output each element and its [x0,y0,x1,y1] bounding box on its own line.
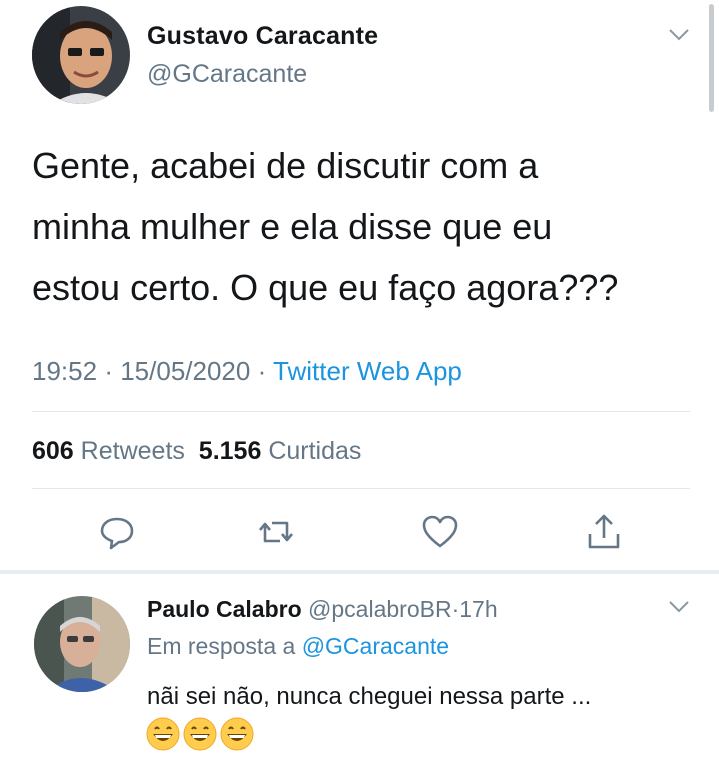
reply-text: nãi sei não, nunca cheguei nessa parte .… [147,683,592,710]
tweet-date[interactable]: 15/05/2020 [120,356,250,386]
meta-separator: · [257,356,267,386]
reply-author-name[interactable]: Paulo Calabro [147,596,302,622]
meta-separator: · [104,356,113,386]
share-icon[interactable] [584,512,624,552]
reply-emojis [146,717,254,753]
reply-author-handle[interactable]: @pcalabroBR [308,596,452,622]
reply-age[interactable]: 17h [459,596,497,622]
tweet-source-link[interactable]: Twitter Web App [273,356,462,386]
section-separator [0,570,719,574]
likes-count: 5.156 [198,437,262,465]
retweets-label: Retweets [80,437,185,465]
chevron-down-icon[interactable] [668,600,690,614]
retweet-icon[interactable] [256,512,296,552]
reply-to-prefix: Em resposta a [147,633,296,659]
likes-stat[interactable]: 5.156 Curtidas [199,437,362,465]
retweets-count: 606 [32,437,74,465]
tweet-stats: 606 Retweets 5.156 Curtidas [32,437,361,466]
reply-to-mention[interactable]: @GCaracante [302,633,449,659]
author-name[interactable]: Gustavo Caracante [147,22,378,51]
like-icon[interactable] [420,512,460,552]
author-handle[interactable]: @GCaracante [147,60,307,89]
tweet-text-line: Gente, acabei de discutir com a [32,145,539,186]
divider [32,411,690,412]
reply-icon[interactable] [97,512,137,552]
likes-label: Curtidas [268,437,362,465]
tweet-meta: 19:52 · 15/05/2020 · Twitter Web App [32,356,462,387]
divider [32,488,690,489]
reply-context: Em resposta a @GCaracante [147,633,449,660]
author-avatar[interactable] [32,6,130,104]
grinning-face-icon [146,717,180,751]
reply-author-avatar[interactable] [34,596,130,692]
tweet-text: Gente, acabei de discutir com a minha mu… [32,135,692,318]
chevron-down-icon[interactable] [668,28,690,42]
grinning-face-icon [183,717,217,751]
tweet-text-line: minha mulher e ela disse que eu [32,206,553,247]
tweet-detail-screen: Gustavo Caracante @GCaracante Gente, aca… [0,0,719,762]
tweet-time[interactable]: 19:52 [32,356,97,386]
grinning-face-icon [220,717,254,751]
reply-header: Paulo Calabro @pcalabroBR·17h [147,596,498,623]
retweets-stat[interactable]: 606 Retweets [32,437,185,465]
scrollbar[interactable] [709,4,714,112]
tweet-text-line: estou certo. O que eu faço agora??? [32,267,619,308]
